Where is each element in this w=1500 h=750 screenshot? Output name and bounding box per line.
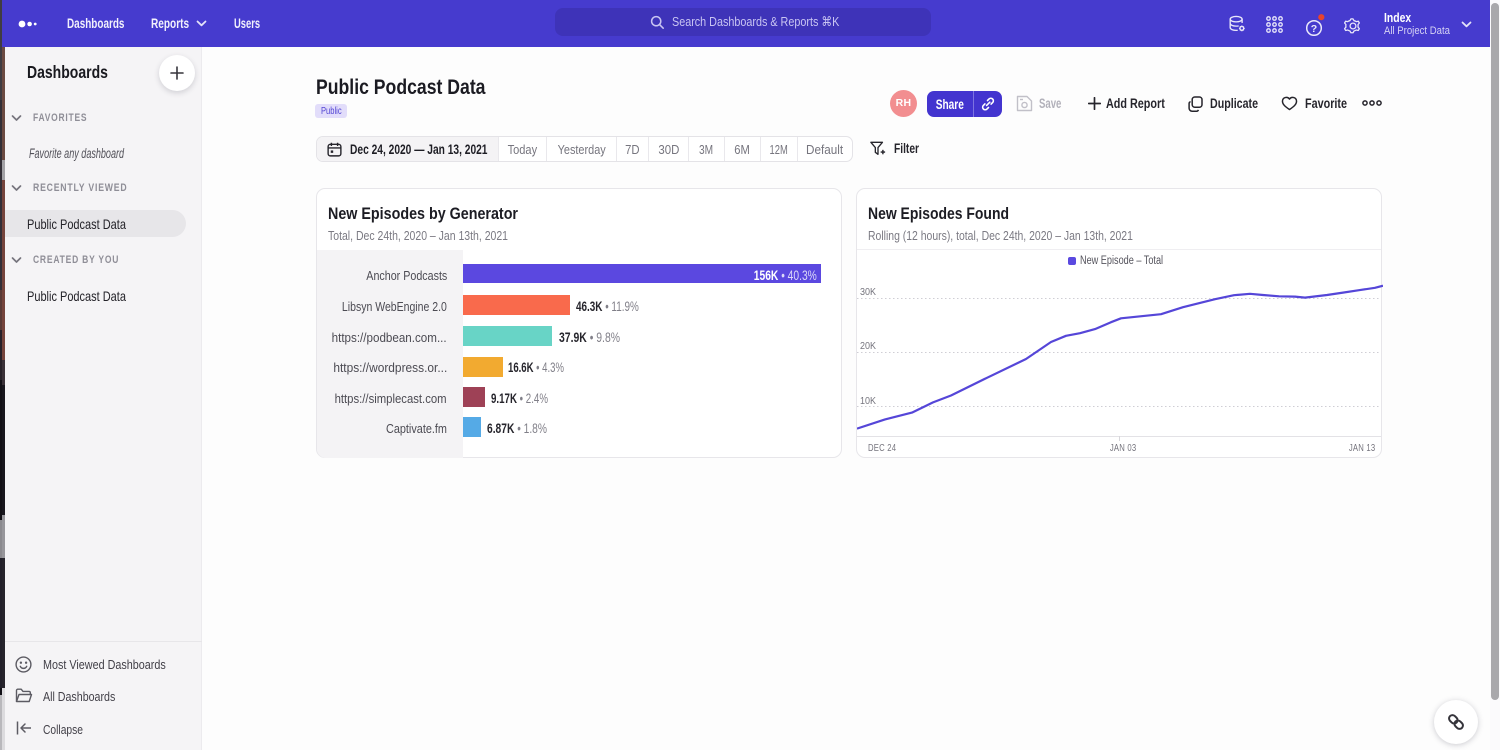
svg-text:?: ?: [1311, 23, 1317, 35]
